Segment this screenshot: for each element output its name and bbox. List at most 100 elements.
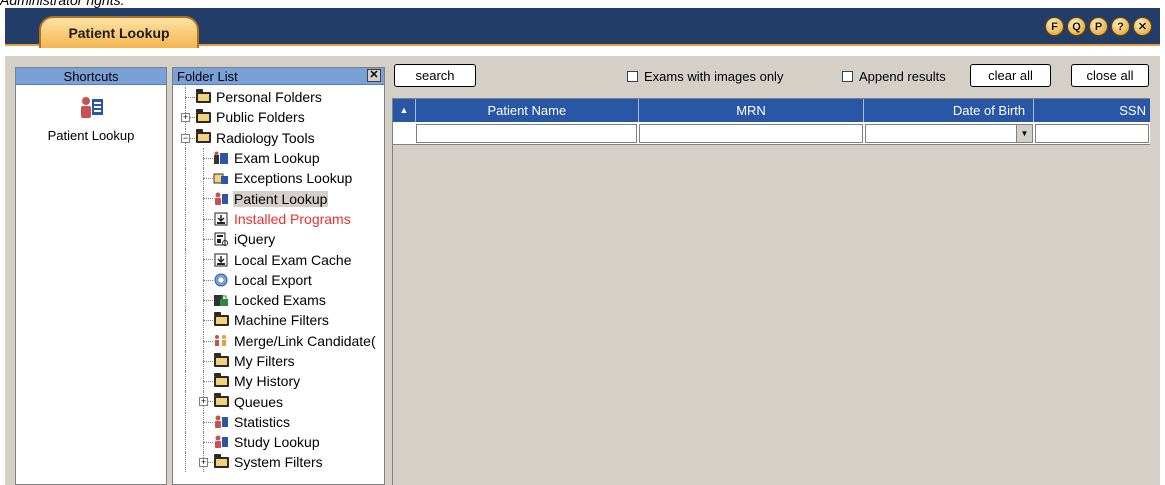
tree-item[interactable]: My Filters	[173, 350, 384, 371]
search-button[interactable]: search	[394, 64, 476, 87]
locked-exams-icon	[213, 293, 229, 307]
clear-all-button[interactable]: clear all	[970, 64, 1051, 87]
tree-item-label: Machine Filters	[234, 312, 329, 329]
append-results-checkbox[interactable]: Append results	[842, 69, 946, 84]
tree-item[interactable]: Exceptions Lookup	[173, 168, 384, 189]
tree-connector	[185, 249, 186, 270]
chevron-down-icon[interactable]: ▼	[1016, 125, 1032, 142]
iquery-icon	[213, 232, 229, 247]
expand-icon[interactable]: +	[199, 458, 208, 468]
ssn-filter-input[interactable]	[1036, 125, 1148, 142]
q-circle-icon[interactable]: Q	[1067, 17, 1086, 36]
tree-item-label: Statistics	[234, 413, 291, 430]
tree-connector	[185, 168, 186, 189]
folder-icon	[195, 129, 211, 145]
folder-list-header: Folder List ✕	[173, 68, 384, 85]
tree-item[interactable]: − Radiology Tools	[173, 127, 384, 148]
tree-connector	[203, 239, 213, 241]
column-patient-name[interactable]: Patient Name	[416, 99, 639, 122]
sort-indicator[interactable]: ▲	[393, 99, 416, 122]
tree-connector	[203, 259, 213, 261]
p-circle-icon[interactable]: P	[1089, 17, 1108, 36]
tree-connector	[203, 208, 204, 229]
tree-connector	[203, 147, 204, 168]
tree-connector	[203, 421, 213, 423]
mrn-filter-cell[interactable]	[639, 124, 863, 143]
merge-link-icon	[213, 334, 229, 348]
tree-connector	[203, 168, 204, 189]
header-buttons: F Q P? ✕	[1045, 17, 1152, 36]
tree-connector	[203, 340, 213, 342]
tree-connector	[203, 371, 204, 392]
tree-item[interactable]: iQuery	[173, 229, 384, 250]
tree-item[interactable]: + Queues	[173, 391, 384, 412]
shortcut-patient-lookup[interactable]: Patient Lookup	[16, 95, 166, 143]
tree-connector	[203, 411, 204, 432]
tree-connector	[185, 411, 186, 432]
tree-connector	[203, 178, 213, 180]
date-of-birth-filter-input[interactable]	[866, 125, 1032, 142]
mrn-filter-input[interactable]	[640, 125, 862, 142]
grid-filter-row: ▼	[393, 122, 1150, 145]
tree-connector	[185, 452, 186, 473]
tree-item[interactable]: Local Export	[173, 269, 384, 290]
exams-with-images-checkbox[interactable]: Exams with images only	[627, 69, 783, 84]
column-ssn[interactable]: SSN	[1034, 99, 1150, 122]
title-bar: Patient Lookup F Q P? ✕	[5, 8, 1160, 48]
tree-item[interactable]: Exam Lookup	[173, 147, 384, 168]
exams-with-images-box[interactable]	[627, 71, 638, 82]
tree-item[interactable]: Installed Programs	[173, 208, 384, 229]
tree-item[interactable]: Study Lookup	[173, 432, 384, 453]
tree-item[interactable]: Locked Exams	[173, 289, 384, 310]
expand-icon[interactable]: +	[199, 397, 208, 407]
column-date-of-birth[interactable]: Date of Birth	[864, 99, 1035, 122]
tree-connector	[203, 350, 204, 371]
tree-item-label: Exam Lookup	[234, 150, 320, 167]
patient-name-filter-input[interactable]	[417, 125, 636, 142]
tree-item[interactable]: Machine Filters	[173, 310, 384, 331]
tree-item[interactable]: Patient Lookup	[173, 188, 384, 209]
tree-connector	[203, 299, 213, 301]
close-all-button[interactable]: close all	[1071, 64, 1149, 87]
f-circle-icon[interactable]: F	[1045, 17, 1064, 36]
title-tab[interactable]: Patient Lookup	[39, 16, 199, 48]
folder-tree: Personal Folders + Public Folders − Radiolog…	[173, 85, 384, 473]
tree-item-label: My History	[234, 373, 301, 390]
tree-item[interactable]: + System Filters	[173, 452, 384, 473]
patient-name-filter-cell[interactable]	[416, 124, 637, 143]
tree-connector	[203, 310, 204, 331]
tree-item[interactable]: + Public Folders	[173, 107, 384, 128]
tree-connector	[185, 289, 186, 310]
tree-item[interactable]: Personal Folders	[173, 87, 384, 107]
installed-programs-icon	[213, 212, 229, 226]
tree-item-label: Merge/Link Candidate(	[234, 332, 376, 349]
ssn-filter-cell[interactable]	[1035, 124, 1149, 143]
tree-connector	[203, 198, 213, 200]
date-of-birth-filter-cell[interactable]: ▼	[865, 124, 1033, 143]
tree-connector	[185, 350, 186, 371]
collapse-icon[interactable]: −	[181, 133, 190, 143]
caption-text: Administrator rights.	[0, 0, 125, 8]
tree-item-label: iQuery	[234, 231, 276, 248]
tree-connector	[185, 432, 186, 453]
statistics-icon	[213, 415, 229, 429]
close-circle-icon[interactable]: ✕	[1133, 17, 1152, 36]
tree-item-label: My Filters	[234, 353, 295, 369]
tree-item[interactable]: Statistics	[173, 411, 384, 432]
help-circle-icon[interactable]: ?	[1111, 17, 1130, 36]
append-results-box[interactable]	[842, 71, 853, 82]
tree-item-label: Locked Exams	[234, 292, 326, 309]
folder-icon	[213, 311, 229, 327]
tree-connector	[185, 391, 186, 412]
tree-connector	[203, 432, 204, 453]
folder-list-close-button[interactable]: ✕	[367, 69, 381, 82]
tree-item[interactable]: Merge/Link Candidate(	[173, 330, 384, 351]
study-lookup-icon	[213, 435, 229, 449]
expand-icon[interactable]: +	[181, 113, 190, 123]
tree-item-label: Patient Lookup	[233, 190, 329, 207]
folder-list-panel: Folder List ✕ Personal Folders + Public Fo…	[172, 67, 385, 485]
tree-item[interactable]: Local Exam Cache	[173, 249, 384, 270]
column-mrn[interactable]: MRN	[639, 99, 865, 122]
tree-item[interactable]: My History	[173, 371, 384, 392]
folder-icon	[195, 108, 211, 124]
